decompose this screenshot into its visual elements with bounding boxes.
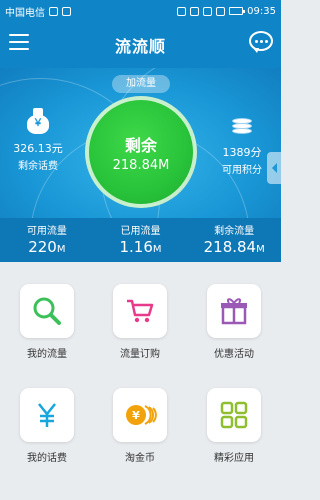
wifi-icon	[203, 6, 213, 16]
chat-icon[interactable]	[249, 31, 273, 53]
grid-item-label: 精彩应用	[214, 453, 254, 464]
sim-icon	[177, 6, 187, 16]
carrier-label: 中国电信	[5, 7, 45, 19]
side-drawer-handle[interactable]	[267, 152, 281, 184]
stat-label: 已用流量	[120, 226, 161, 237]
stat-unit: M	[152, 244, 162, 255]
points-value: 1389分	[222, 146, 262, 159]
alarm-icon	[190, 6, 200, 16]
grid-item-featured-apps[interactable]: 精彩应用	[187, 388, 281, 464]
grid-item-label: 我的流量	[27, 349, 67, 360]
grid-item-my-bill[interactable]: 我的话费	[0, 388, 94, 464]
coin-stack-icon	[229, 114, 255, 138]
money-bag-icon: ￥	[25, 108, 51, 134]
stat-used: 已用流量 1.16M	[94, 218, 188, 262]
status-bar: 中国电信 09:35	[0, 0, 281, 22]
cart-icon	[113, 284, 167, 338]
coins-icon: ¥	[113, 388, 167, 442]
stat-label: 可用流量	[26, 226, 67, 237]
apps-grid-icon	[207, 388, 261, 442]
balance-block[interactable]: ￥ 326.13元 剩余话费	[8, 108, 68, 172]
yen-icon	[20, 388, 74, 442]
grid-item-my-flow[interactable]: 我的流量	[0, 284, 94, 360]
app-header: 流流顺	[0, 22, 281, 68]
gift-icon	[207, 284, 261, 338]
add-flow-button[interactable]: 加流量	[112, 75, 170, 93]
grid-item-label: 淘金币	[125, 453, 155, 464]
feature-grid: 我的流量 流量订购 优惠活动 我的话费 ¥ 淘金币 精彩应用	[0, 262, 281, 500]
grid-item-taojinbi[interactable]: ¥ 淘金币	[93, 388, 187, 464]
menu-icon[interactable]	[9, 34, 29, 50]
magnifier-icon	[20, 284, 74, 338]
grid-item-label: 流量订购	[120, 349, 160, 360]
battery-icon	[229, 7, 246, 15]
grid-item-label: 优惠活动	[214, 349, 254, 360]
stat-value: 218.84	[203, 238, 257, 256]
balance-value: 326.13元	[13, 142, 63, 155]
hero-panel: 加流量 ￥ 326.13元 剩余话费 剩余 218.84M 1389分 可用积分	[0, 68, 281, 218]
signal-icon	[216, 6, 226, 16]
stat-remaining: 剩余流量 218.84M	[187, 218, 281, 262]
clock: 09:35	[247, 5, 276, 17]
stat-value: 1.16	[119, 238, 153, 256]
stat-value: 220	[28, 238, 57, 256]
stat-available: 可用流量 220M	[0, 218, 94, 262]
remaining-value: 218.84M	[112, 157, 170, 173]
notification-icon	[49, 6, 58, 16]
grid-item-label: 我的话费	[27, 453, 67, 464]
stat-unit: M	[256, 244, 265, 255]
stat-label: 剩余流量	[214, 226, 255, 237]
grid-item-promotions[interactable]: 优惠活动	[187, 284, 281, 360]
points-label: 可用积分	[222, 165, 262, 176]
svg-text:¥: ¥	[132, 409, 140, 422]
points-block[interactable]: 1389分 可用积分	[211, 114, 273, 176]
remaining-flow-circle[interactable]: 剩余 218.84M	[85, 96, 197, 208]
stat-unit: M	[56, 244, 66, 255]
grid-item-order-flow[interactable]: 流量订购	[93, 284, 187, 360]
remaining-label: 剩余	[124, 135, 157, 155]
image-icon	[62, 6, 71, 16]
page-title: 流流顺	[114, 37, 166, 56]
flow-stats: 可用流量 220M 已用流量 1.16M 剩余流量 218.84M	[0, 218, 281, 262]
balance-label: 剩余话费	[18, 161, 58, 172]
